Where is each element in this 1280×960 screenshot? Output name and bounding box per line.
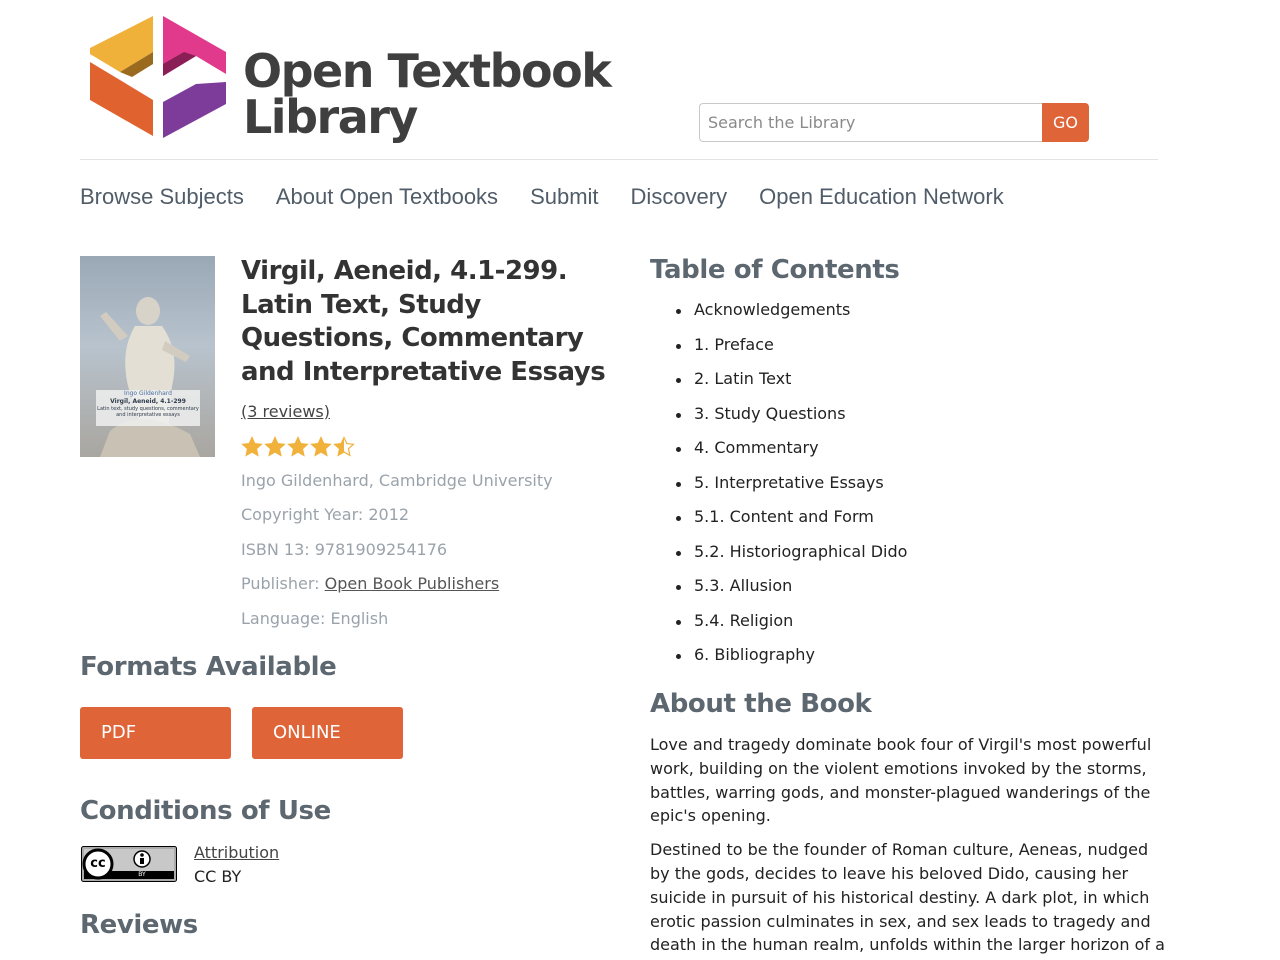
nav-submit[interactable]: Submit: [530, 184, 598, 210]
about-text: Love and tragedy dominate book four of V…: [650, 733, 1170, 960]
nav-about-open-textbooks[interactable]: About Open Textbooks: [276, 184, 498, 210]
cover-author: Ingo Gildenhard: [124, 390, 172, 397]
main-nav: Browse Subjects About Open Textbooks Sub…: [80, 184, 1004, 210]
cc-by-badge-icon[interactable]: cc BY: [81, 846, 177, 882]
toc-item: 5.2. Historiographical Dido: [676, 542, 907, 577]
search-input[interactable]: [699, 103, 1042, 142]
nav-browse-subjects[interactable]: Browse Subjects: [80, 184, 244, 210]
search-form: GO: [699, 103, 1089, 142]
by-symbol: BY: [138, 871, 146, 878]
about-heading: About the Book: [650, 689, 872, 719]
about-paragraph: Destined to be the founder of Roman cult…: [650, 840, 1165, 955]
star-icon: [287, 436, 309, 457]
star-icon: [310, 436, 332, 457]
toc-item: 2. Latin Text: [676, 369, 907, 404]
license-name: CC BY: [194, 867, 242, 886]
toc-item: 5.4. Religion: [676, 611, 907, 646]
toc-item: 5.1. Content and Form: [676, 507, 907, 542]
header-divider: [80, 159, 1158, 160]
logo-text[interactable]: Open Textbook Library: [243, 44, 612, 144]
toc-item: 4. Commentary: [676, 438, 907, 473]
publisher-link[interactable]: Open Book Publishers: [325, 574, 500, 593]
logo-line-1: Open Textbook: [243, 44, 612, 98]
nav-open-education-network[interactable]: Open Education Network: [759, 184, 1004, 210]
cc-symbol: cc: [90, 856, 106, 871]
publisher-label: Publisher:: [241, 574, 320, 593]
about-paragraph: Love and tragedy dominate book four of V…: [650, 735, 1152, 826]
pdf-button[interactable]: PDF: [80, 707, 231, 759]
nav-discovery[interactable]: Discovery: [631, 184, 728, 210]
toc-list: Acknowledgements 1. Preface 2. Latin Tex…: [676, 300, 907, 680]
star-icon: [333, 436, 355, 457]
toc-item: Acknowledgements: [676, 300, 907, 335]
cover-statue-image: [96, 297, 200, 457]
formats-heading: Formats Available: [80, 652, 337, 682]
logo-mark: [90, 16, 226, 138]
online-button[interactable]: ONLINE: [252, 707, 403, 759]
star-icon: [241, 436, 263, 457]
otl-logo[interactable]: [88, 14, 228, 140]
search-button[interactable]: GO: [1042, 103, 1089, 142]
book-copyright: Copyright Year: 2012: [241, 505, 410, 524]
conditions-heading: Conditions of Use: [80, 796, 331, 826]
reviews-heading: Reviews: [80, 910, 198, 940]
star-rating: [241, 436, 355, 458]
toc-item: 5.3. Allusion: [676, 576, 907, 611]
star-icon: [264, 436, 286, 457]
attribution-link[interactable]: Attribution: [194, 843, 279, 862]
logo-line-2: Library: [243, 90, 418, 144]
cover-title: Virgil, Aeneid, 4.1-299: [110, 398, 186, 405]
book-publisher: Publisher: Open Book Publishers: [241, 574, 499, 593]
toc-item: 5. Interpretative Essays: [676, 473, 907, 508]
book-author: Ingo Gildenhard, Cambridge University: [241, 471, 553, 490]
toc-item: 3. Study Questions: [676, 404, 907, 439]
cover-subtitle: Latin text, study questions, commentary …: [97, 406, 199, 418]
reviews-count-link[interactable]: (3 reviews): [241, 402, 330, 421]
book-isbn: ISBN 13: 9781909254176: [241, 540, 448, 559]
toc-heading: Table of Contents: [650, 255, 900, 285]
book-language: Language: English: [241, 609, 389, 628]
book-title: Virgil, Aeneid, 4.1-299. Latin Text, Stu…: [241, 256, 606, 387]
book-cover: Ingo Gildenhard Virgil, Aeneid, 4.1-299 …: [80, 256, 215, 457]
toc-item: 1. Preface: [676, 335, 907, 370]
toc-item: 6. Bibliography: [676, 645, 907, 680]
